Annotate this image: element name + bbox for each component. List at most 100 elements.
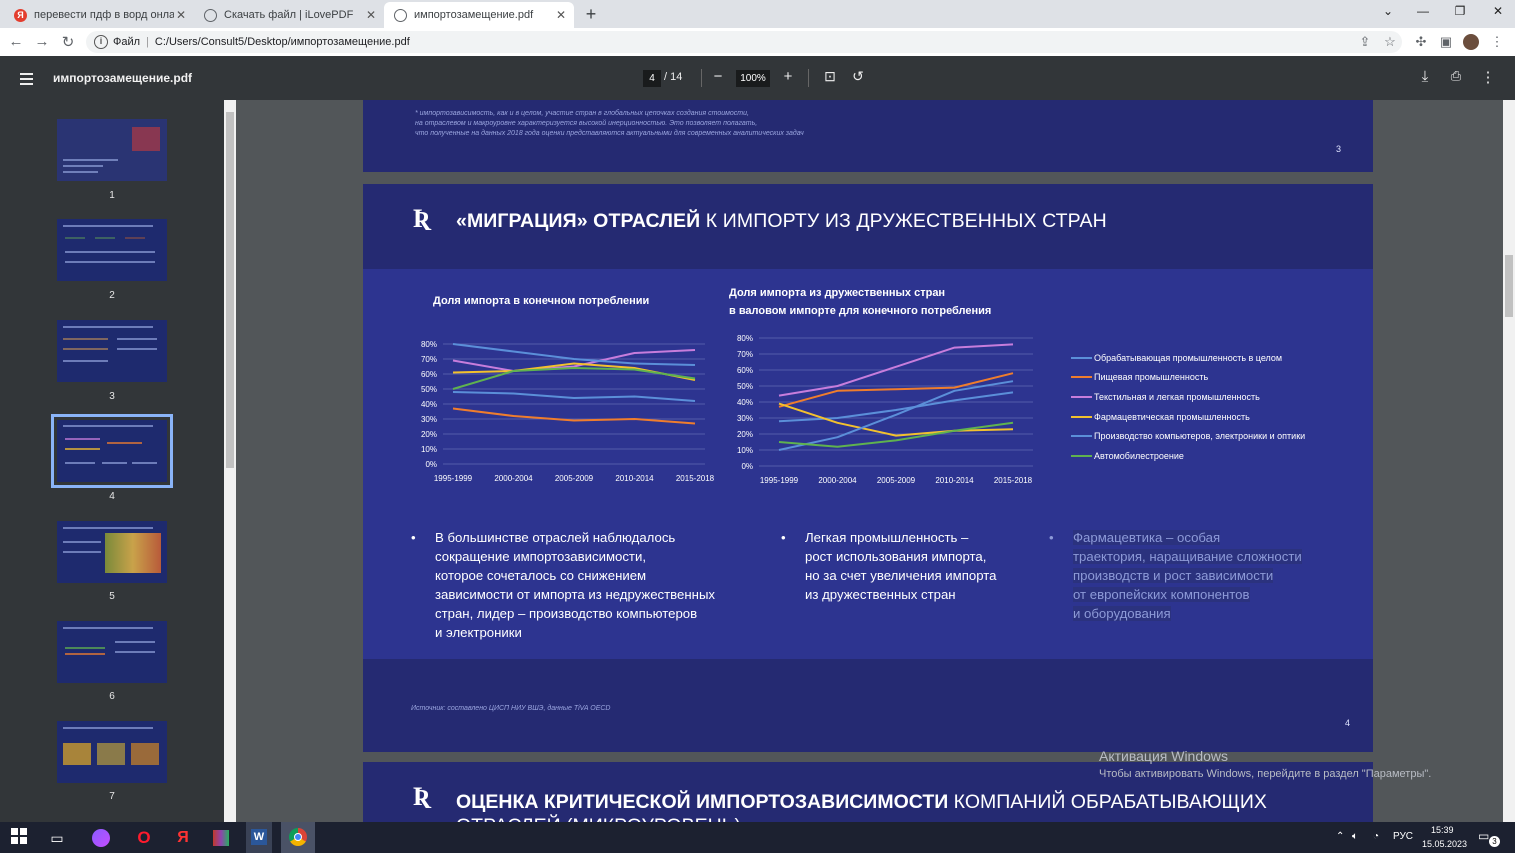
close-tab-icon[interactable]: ✕	[174, 8, 188, 22]
minimize-icon[interactable]: —	[1413, 4, 1433, 18]
y-tick-label: 50%	[421, 385, 437, 394]
page-thumbnail-5[interactable]	[57, 521, 167, 583]
document-scrollbar[interactable]	[1503, 100, 1515, 822]
page-number-input[interactable]: 4	[643, 70, 661, 87]
chart1-title: Доля импорта в конечном потреблении	[433, 295, 650, 307]
windows-taskbar: ▭ O Я W ⌃ 🔈︎ ◔ РУС 15:39 15.05.2023 ▭ 3	[0, 822, 1515, 853]
divider	[701, 69, 702, 87]
y-tick-label: 20%	[421, 430, 437, 439]
tray-chevron-icon[interactable]: ⌃	[1336, 831, 1344, 842]
y-tick-label: 30%	[421, 415, 437, 424]
windows-start-icon[interactable]	[8, 827, 30, 849]
volume-icon[interactable]: 🔈︎	[1352, 831, 1358, 842]
footnote-line: * импортозависимость, как и в целом, уча…	[415, 110, 749, 117]
y-tick-label: 50%	[737, 382, 753, 391]
chart2-title-line: в валовом импорте для конечного потребле…	[729, 305, 992, 317]
y-tick-label: 30%	[737, 414, 753, 423]
page-number: 4	[1345, 718, 1351, 728]
share-icon[interactable]: ⇪	[1356, 34, 1374, 50]
series-line-2	[452, 407, 696, 425]
opera-icon[interactable]: O	[133, 827, 155, 849]
legend-label: Автомобилестроение	[1094, 450, 1184, 461]
tab-title: Скачать файл | iLovePDF	[224, 9, 354, 21]
thumbnail-number: 1	[109, 190, 115, 201]
profile-avatar[interactable]	[1463, 34, 1479, 50]
network-icon[interactable]: ◔	[1373, 831, 1379, 842]
x-tick-label: 2005-2009	[877, 476, 916, 485]
tab-search-icon[interactable]: ⌄	[1378, 4, 1398, 18]
yandex-icon: Я	[14, 8, 27, 22]
extensions-icon[interactable]: ✣	[1412, 34, 1430, 50]
sidepanel-icon[interactable]: ▣	[1437, 34, 1455, 50]
hamburger-menu-icon[interactable]	[20, 73, 33, 88]
thumbnail-number: 4	[109, 491, 115, 502]
info-icon[interactable]: i	[94, 35, 108, 49]
winrar-icon[interactable]	[210, 827, 232, 849]
bullet-2: • Легкая промышленность – рост использов…	[781, 528, 997, 604]
fit-page-icon[interactable]: ⊡	[820, 68, 840, 85]
tab-1[interactable]: Я перевести пдф в ворд онлайн б ✕	[4, 2, 194, 28]
x-tick-label: 2000-2004	[494, 474, 533, 483]
legend-label: Пищевая промышленность	[1094, 372, 1209, 383]
chart-friendly-import-share: 0% 10% 20% 30% 40% 50% 60% 70% 80% 1995-1999 2000-…	[737, 334, 1033, 485]
tab-2[interactable]: Скачать файл | iLovePDF ✕	[194, 2, 384, 28]
yandex-browser-icon[interactable]: Я	[172, 827, 194, 849]
title-line-2: ОТРАСЛЕЙ (МИКРОУРОВЕНЬ)	[456, 814, 1267, 822]
restore-icon[interactable]: ❐	[1450, 4, 1470, 18]
legend-item: Автомобилестроение	[1071, 446, 1305, 466]
alice-assistant-icon[interactable]	[90, 827, 112, 849]
tab-3-active[interactable]: импортозамещение.pdf ✕	[384, 2, 574, 28]
task-view-icon[interactable]: ▭	[46, 827, 68, 849]
url-text: C:/Users/Consult5/Desktop/импортозамещен…	[154, 36, 410, 48]
page-thumbnail-2[interactable]	[57, 219, 167, 281]
sidebar-scrollbar[interactable]	[224, 100, 236, 822]
clock-date[interactable]: 15.05.2023	[1422, 839, 1467, 849]
activation-watermark-title: Активация Windows	[1099, 748, 1229, 764]
legend-swatch	[1071, 356, 1092, 359]
title-rest: КОМПАНИЙ ОБРАБАТЫВАЮЩИХ	[948, 791, 1267, 813]
zoom-out-button[interactable]: −	[708, 68, 728, 85]
print-icon[interactable]: ⎙	[1446, 68, 1466, 84]
rotate-icon[interactable]: ↺	[848, 68, 868, 85]
page-thumbnail-4-selected[interactable]	[51, 414, 173, 488]
window-close-icon[interactable]: ✕	[1488, 4, 1508, 18]
page-thumbnail-6[interactable]	[57, 621, 167, 683]
page-thumbnail-3[interactable]	[57, 320, 167, 382]
page-number: 3	[1336, 144, 1342, 154]
forward-icon[interactable]: →	[32, 33, 52, 50]
series-line-5	[452, 343, 696, 366]
bullet-line: Легкая промышленность –	[805, 530, 969, 545]
bookmark-star-icon[interactable]: ☆	[1381, 34, 1399, 50]
activation-watermark-text: Чтобы активировать Windows, перейдите в …	[1099, 768, 1432, 780]
back-icon[interactable]: ←	[6, 33, 26, 50]
reload-icon[interactable]: ↻	[58, 33, 78, 51]
bullet-line: стран, лидер – производство компьютеров	[435, 606, 698, 621]
new-tab-button[interactable]: +	[581, 4, 601, 25]
more-actions-icon[interactable]: ⋮	[1478, 68, 1498, 86]
legend-item: Обрабатывающая промышленность в целом	[1071, 348, 1305, 368]
download-icon[interactable]: ⤓	[1415, 68, 1435, 85]
bullet-line: и оборудования	[1073, 606, 1171, 621]
language-indicator[interactable]: РУС	[1393, 831, 1413, 842]
y-tick-label: 10%	[737, 446, 753, 455]
x-tick-label: 2005-2009	[555, 474, 594, 483]
close-tab-icon[interactable]: ✕	[364, 8, 378, 22]
zoom-in-button[interactable]: +	[778, 68, 798, 85]
zoom-input[interactable]: 100%	[736, 70, 770, 87]
thumbnail-number: 2	[109, 290, 115, 301]
notifications-icon[interactable]: ▭	[1478, 829, 1489, 843]
close-tab-icon[interactable]: ✕	[554, 8, 568, 22]
clock-time[interactable]: 15:39	[1431, 825, 1454, 835]
document-viewport: * импортозависимость, как и в целом, уча…	[236, 100, 1503, 822]
slide-title: «МИГРАЦИЯ» ОТРАСЛЕЙ К ИМПОРТУ ИЗ ДРУЖЕСТ…	[456, 210, 1107, 233]
thumbnail-number: 7	[109, 791, 115, 802]
address-bar[interactable]: i Файл | C:/Users/Consult5/Desktop/импор…	[86, 31, 1402, 53]
bullet-3: • Фармацевтика – особая траектория, нара…	[1049, 528, 1302, 623]
legend-item: Производство компьютеров, электроники и …	[1071, 426, 1305, 446]
page-thumbnail-7[interactable]	[57, 721, 167, 783]
browser-menu-icon[interactable]: ⋮	[1488, 34, 1506, 50]
page-thumbnail-1[interactable]	[57, 119, 167, 181]
bullet-line: но за счет увеличения импорта	[805, 568, 997, 583]
word-icon[interactable]: W	[246, 822, 272, 853]
chrome-icon[interactable]	[281, 822, 315, 853]
